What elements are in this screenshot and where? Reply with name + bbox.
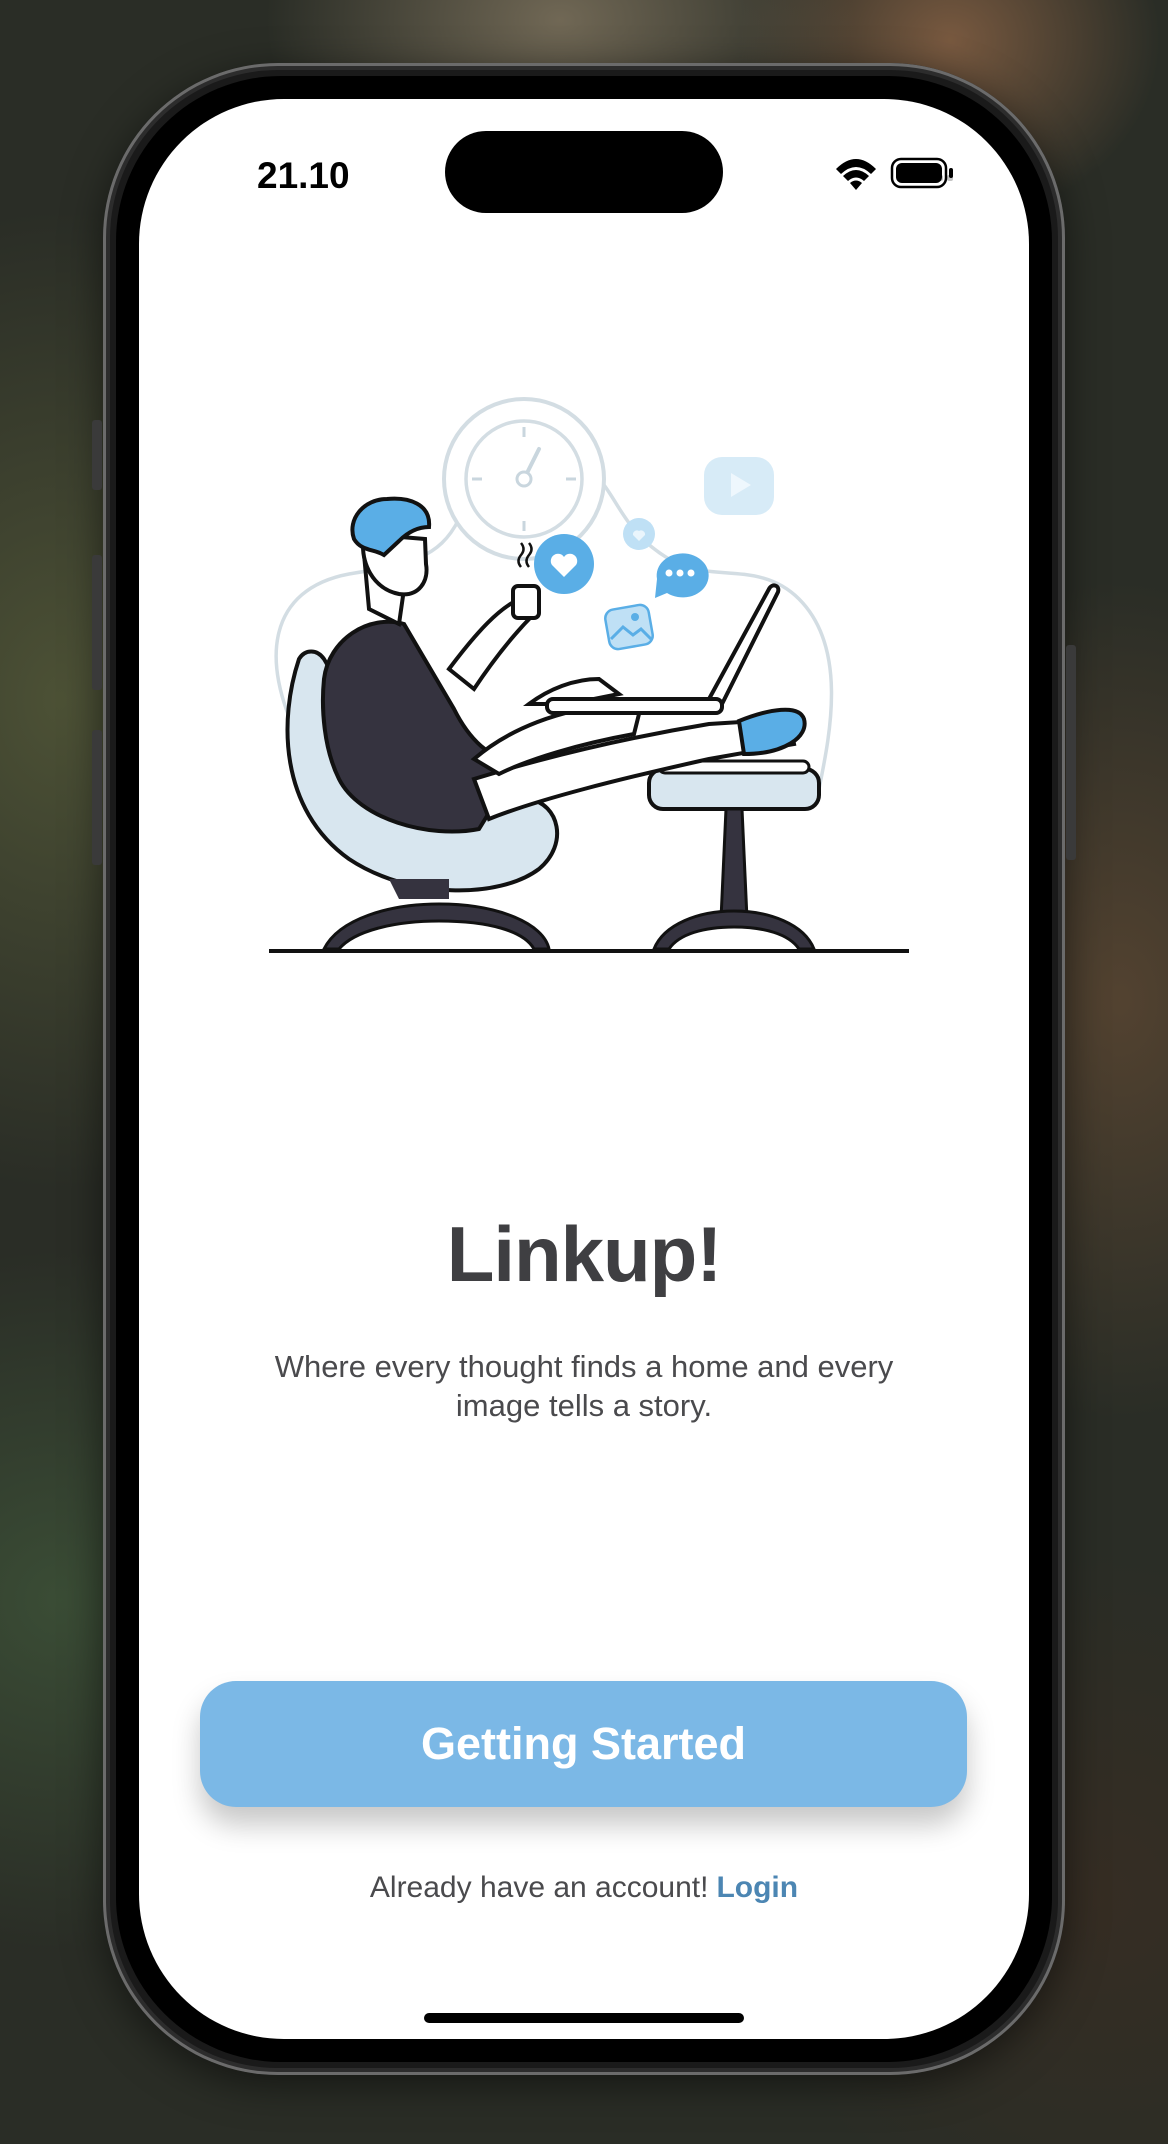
login-link[interactable]: Login	[716, 1871, 798, 1904]
image-icon	[604, 603, 654, 651]
volume-down-button	[92, 730, 102, 865]
home-indicator[interactable]	[424, 2013, 744, 2023]
ottoman-shape	[647, 759, 821, 951]
page-title: Linkup!	[446, 1210, 723, 1298]
chat-bubble-icon	[655, 553, 709, 598]
person-relaxing-with-laptop-illustration	[269, 397, 909, 953]
play-icon	[704, 457, 774, 515]
heart-bubble-icon	[534, 534, 594, 594]
getting-started-button[interactable]: Getting Started	[200, 1681, 967, 1807]
mute-switch	[92, 420, 102, 490]
heart-small-icon	[623, 518, 655, 550]
wifi-icon	[836, 159, 876, 190]
login-prompt: Already have an account! Login	[139, 1871, 1029, 1905]
battery-icon	[890, 157, 953, 189]
account-prompt-text: Already have an account!	[369, 1871, 709, 1904]
tagline: Where every thought finds a home and eve…	[274, 1349, 894, 1423]
volume-up-button	[92, 555, 102, 690]
status-right-icons	[836, 157, 953, 190]
app-screen: 21.10 Linkup! Where every thought finds …	[139, 99, 1029, 2039]
clock-icon	[442, 397, 606, 561]
power-button	[1066, 645, 1076, 860]
